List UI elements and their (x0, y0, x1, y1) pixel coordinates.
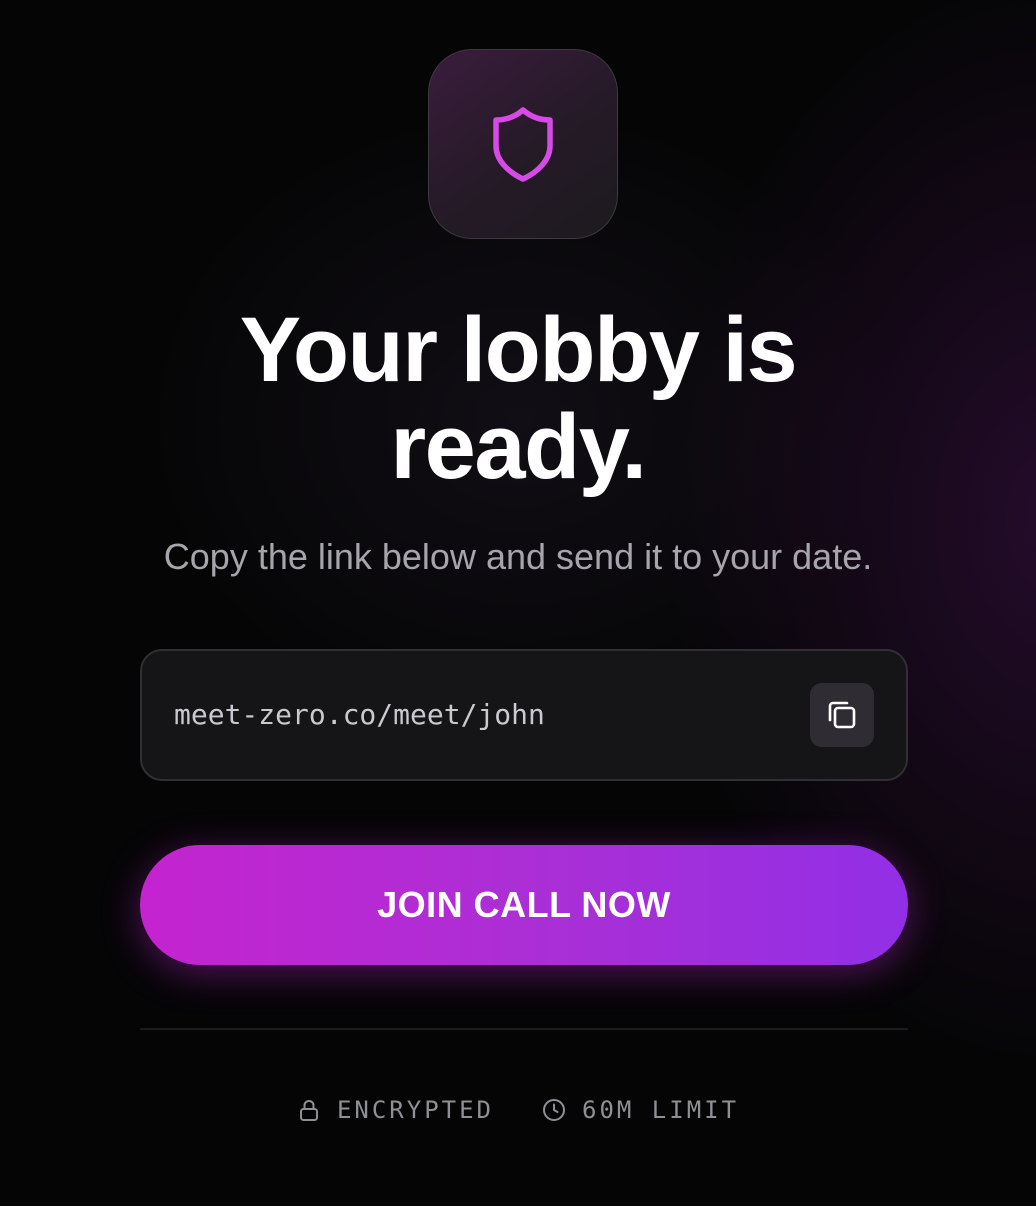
copy-link-button[interactable] (810, 683, 874, 747)
divider (140, 1028, 908, 1030)
footer-info: ENCRYPTED 60M LIMIT (0, 1090, 1036, 1130)
footer-item-time-limit: 60M LIMIT (542, 1096, 739, 1124)
page-title: Your lobby is ready. (0, 302, 1036, 496)
page-title-line-2: ready. (390, 396, 647, 498)
meeting-link-text[interactable]: meet-zero.co/meet/john (174, 695, 545, 735)
shield-icon (493, 107, 553, 182)
meeting-link-field[interactable]: meet-zero.co/meet/john (140, 649, 908, 781)
lobby-page: Your lobby is ready. Copy the link below… (0, 0, 1036, 1206)
join-call-button[interactable]: JOIN CALL NOW (140, 845, 908, 965)
copy-icon (828, 701, 856, 729)
app-logo-tile (428, 49, 618, 239)
page-title-line-1: Your lobby is (239, 299, 798, 401)
footer-item-encrypted: ENCRYPTED (297, 1096, 494, 1124)
clock-icon (542, 1098, 566, 1122)
page-subtitle: Copy the link below and send it to your … (163, 536, 873, 577)
lock-icon (297, 1098, 321, 1122)
footer-label-encrypted: ENCRYPTED (336, 1096, 494, 1124)
footer-label-time-limit: 60M LIMIT (582, 1096, 740, 1124)
